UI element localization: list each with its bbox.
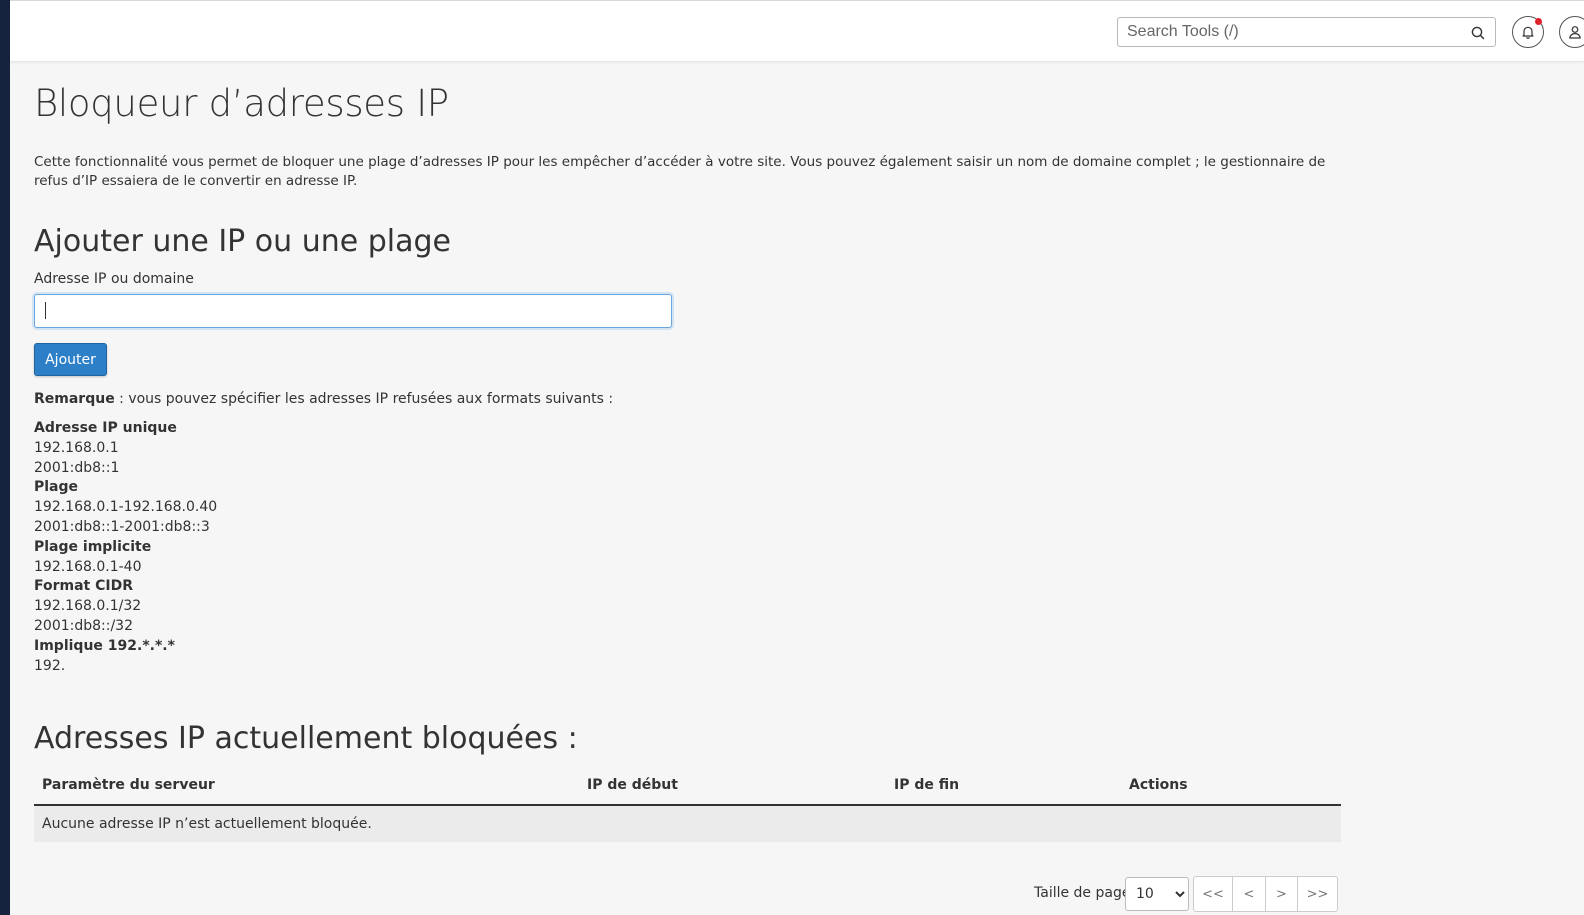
search-tools-box [1117, 17, 1496, 47]
ip-field-label: Adresse IP ou domaine [34, 271, 194, 287]
blocked-section-heading: Adresses IP actuellement bloquées : [34, 721, 578, 756]
page-title: Bloqueur d’adresses IP [34, 82, 449, 125]
table-header-row: Paramètre du serveur IP de début IP de f… [34, 766, 1341, 806]
text-cursor [45, 302, 46, 319]
top-header [10, 0, 1584, 62]
user-menu-button[interactable] [1559, 16, 1584, 48]
column-header-actions: Actions [1121, 766, 1341, 806]
format-example: 192.168.0.1/32 [34, 598, 142, 615]
format-example: 2001:db8::/32 [34, 617, 133, 634]
format-title: Plage implicite [34, 538, 152, 555]
bell-icon [1522, 26, 1534, 39]
first-page-button[interactable]: << [1193, 876, 1233, 912]
format-title: Implique 192.*.*.* [34, 637, 175, 654]
blocked-ips-table: Paramètre du serveur IP de début IP de f… [34, 766, 1341, 842]
page-description: Cette fonctionnalité vous permet de bloq… [34, 154, 1326, 189]
add-button[interactable]: Ajouter [34, 343, 107, 376]
add-section-heading: Ajouter une IP ou une plage [34, 224, 451, 259]
format-example: 192. [34, 657, 66, 674]
column-header-start-ip[interactable]: IP de début [579, 766, 886, 806]
format-title: Adresse IP unique [34, 420, 177, 436]
page-size-select[interactable]: 10 [1125, 877, 1189, 911]
previous-page-button[interactable]: < [1232, 876, 1266, 912]
format-example: 2001:db8::1-2001:db8::3 [34, 518, 210, 535]
table-row: Aucune adresse IP n’est actuellement blo… [34, 805, 1341, 842]
format-example: 192.168.0.1-40 [34, 558, 142, 575]
format-list: Adresse IP unique 192.168.0.1 2001:db8::… [34, 419, 217, 676]
search-icon[interactable] [1470, 25, 1486, 41]
notifications-button[interactable] [1512, 16, 1544, 48]
notification-badge [1535, 18, 1542, 25]
format-example: 192.168.0.1-192.168.0.40 [34, 499, 218, 516]
format-title: Plage [34, 479, 79, 496]
column-header-server-setting[interactable]: Paramètre du serveur [34, 766, 579, 806]
format-example: 2001:db8::1 [34, 459, 120, 476]
column-header-end-ip[interactable]: IP de fin [886, 766, 1121, 806]
pagination-controls: << < > >> [1193, 876, 1338, 912]
format-title: Format CIDR [34, 578, 134, 595]
format-note: Remarque : vous pouvez spécifier les adr… [34, 391, 613, 407]
note-label: Remarque [34, 391, 115, 407]
page-size-label: Taille de page [1034, 885, 1131, 901]
search-tools-input[interactable] [1118, 18, 1458, 46]
user-icon [1569, 26, 1581, 39]
empty-table-message: Aucune adresse IP n’est actuellement blo… [34, 805, 1341, 842]
sidebar-strip [0, 0, 10, 915]
last-page-button[interactable]: >> [1297, 876, 1338, 912]
ip-domain-input[interactable] [34, 294, 672, 328]
format-example: 192.168.0.1 [34, 439, 119, 456]
next-page-button[interactable]: > [1265, 876, 1298, 912]
note-text: : vous pouvez spécifier les adresses IP … [114, 391, 614, 407]
